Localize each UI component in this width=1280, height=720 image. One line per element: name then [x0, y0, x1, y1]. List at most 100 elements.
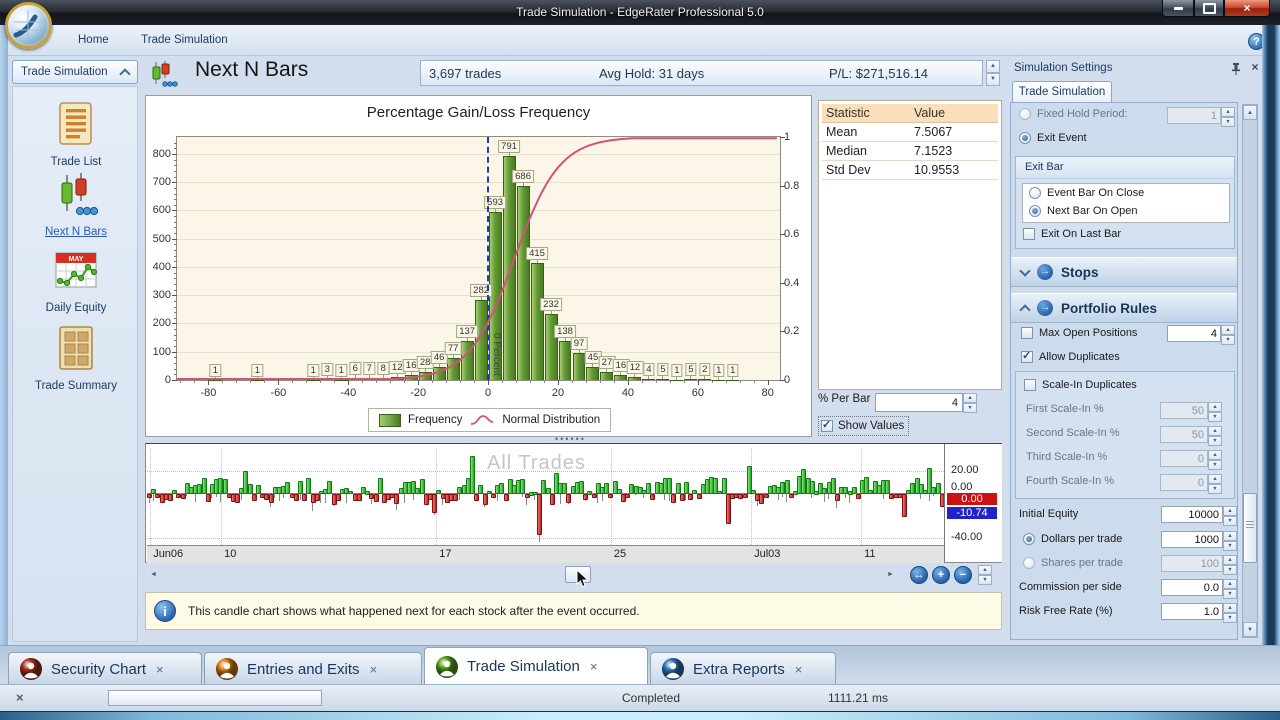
minimize-button[interactable] — [1162, 0, 1194, 17]
initial-equity-input[interactable]: 10000 — [1161, 506, 1223, 523]
spin-up-icon[interactable]: ▲ — [1208, 474, 1222, 484]
spin-down-icon[interactable]: ▼ — [1208, 484, 1222, 494]
exit-event-option[interactable]: Exit Event — [1019, 132, 1087, 144]
spin-down-icon[interactable]: ▼ — [1223, 516, 1237, 526]
cancel-task-icon[interactable]: × — [16, 690, 24, 705]
max-open-positions-option[interactable]: Max Open Positions — [1021, 327, 1137, 339]
spin-down-icon[interactable]: ▼ — [978, 575, 992, 585]
pan-arrows-button[interactable]: ↔ — [910, 566, 928, 584]
fixed-hold-radio[interactable] — [1019, 108, 1031, 120]
shares-per-trade-option[interactable]: Shares per trade — [1023, 557, 1123, 569]
spin-down-icon[interactable]: ▼ — [963, 403, 977, 413]
next-bar-on-open-option[interactable]: Next Bar On Open — [1029, 205, 1138, 217]
spin-up-icon[interactable]: ▲ — [1208, 402, 1222, 412]
spin-down-icon[interactable]: ▼ — [1223, 613, 1237, 623]
spin-up-icon[interactable]: ▲ — [1221, 107, 1235, 117]
show-values-checkbox[interactable] — [821, 418, 833, 432]
shares-per-trade-input[interactable]: 100 — [1161, 555, 1223, 572]
settings-tab[interactable]: Trade Simulation — [1012, 81, 1112, 102]
spin-down-icon[interactable]: ▼ — [1221, 335, 1235, 345]
maximize-button[interactable] — [1194, 0, 1224, 17]
allow-duplicates-checkbox[interactable] — [1021, 349, 1033, 363]
spin-up-icon[interactable]: ▲ — [1208, 450, 1222, 460]
third-scale-in-input[interactable]: 0 — [1160, 450, 1208, 467]
spin-up-icon[interactable]: ▲ — [1223, 506, 1237, 516]
fixed-hold-period-option[interactable]: Fixed Hold Period: — [1019, 108, 1128, 120]
first-scale-in-input[interactable]: 50 — [1160, 402, 1208, 419]
scroll-right-icon[interactable]: ► — [884, 566, 897, 583]
second-scale-in-input[interactable]: 50 — [1160, 426, 1208, 443]
dollars-per-trade-option[interactable]: Dollars per trade — [1023, 533, 1122, 545]
close-button[interactable]: × — [1224, 0, 1270, 17]
document-tab-security-chart[interactable]: Security Chart × — [8, 652, 202, 685]
app-logo-orb-icon[interactable] — [5, 2, 52, 49]
show-values-control[interactable]: Show Values — [818, 416, 910, 436]
commission-input[interactable]: 0.0 — [1161, 579, 1223, 596]
pin-icon[interactable] — [1230, 62, 1244, 76]
spin-down-icon[interactable]: ▼ — [1223, 541, 1237, 551]
spin-down-icon[interactable]: ▼ — [1208, 412, 1222, 422]
next-bar-on-open-radio[interactable] — [1029, 205, 1041, 217]
sidebar-item-next-n-bars[interactable]: Next N Bars — [13, 171, 139, 238]
document-tab-extra-reports[interactable]: Extra Reports × — [650, 652, 836, 685]
fourth-scale-in-input[interactable]: 0 — [1160, 474, 1208, 491]
scroll-up-icon[interactable]: ▲ — [1243, 105, 1257, 120]
axis-tick-label: 400 — [152, 260, 171, 273]
tab-close-icon[interactable]: × — [156, 662, 164, 677]
shares-per-trade-radio[interactable] — [1023, 557, 1035, 569]
section-header-portfolio-rules[interactable]: → Portfolio Rules — [1011, 293, 1237, 323]
event-bar-on-close-radio[interactable] — [1029, 187, 1041, 199]
chart-range-spinner: ▲ ▼ — [978, 565, 992, 585]
stat-name: Median — [826, 144, 867, 158]
grid-line — [177, 182, 780, 184]
spin-down-icon[interactable]: ▼ — [1223, 589, 1237, 599]
spin-down-icon[interactable]: ▼ — [1221, 117, 1235, 127]
ribbon-tab-trade-simulation[interactable]: Trade Simulation — [127, 25, 242, 55]
scale-in-duplicates-checkbox[interactable] — [1024, 379, 1036, 391]
exit-on-last-bar-checkbox[interactable] — [1023, 228, 1035, 240]
risk-free-rate-input[interactable]: 1.0 — [1161, 603, 1223, 620]
spin-up-icon[interactable]: ▲ — [1208, 426, 1222, 436]
sidebar-header[interactable]: Trade Simulation — [12, 60, 138, 84]
zoom-out-button[interactable]: − — [954, 566, 972, 584]
spin-up-icon[interactable]: ▲ — [1221, 325, 1235, 335]
ribbon-tab-home[interactable]: Home — [64, 25, 123, 55]
tab-close-icon[interactable]: × — [590, 659, 598, 674]
scrollbar-thumb[interactable] — [1243, 493, 1257, 563]
spin-down-icon[interactable]: ▼ — [986, 73, 1000, 86]
fixed-hold-input[interactable]: 1 — [1167, 107, 1221, 124]
spin-down-icon[interactable]: ▼ — [1208, 460, 1222, 470]
scale-in-duplicates-option[interactable]: Scale-In Duplicates — [1024, 379, 1137, 391]
max-open-positions-checkbox[interactable] — [1021, 327, 1033, 339]
allow-duplicates-option[interactable]: Allow Duplicates — [1021, 349, 1120, 363]
event-bar-on-close-option[interactable]: Event Bar On Close — [1029, 187, 1144, 199]
per-bar-input[interactable]: 4 — [875, 393, 963, 412]
exit-event-radio[interactable] — [1019, 132, 1031, 144]
sidebar-item-trade-list[interactable]: Trade List — [13, 101, 139, 168]
spin-up-icon[interactable]: ▲ — [1223, 531, 1237, 541]
zoom-in-button[interactable]: + — [932, 566, 950, 584]
sidebar-item-daily-equity[interactable]: MAY Daily Equity — [13, 249, 139, 314]
spin-up-icon[interactable]: ▲ — [1223, 603, 1237, 613]
spin-up-icon[interactable]: ▲ — [978, 565, 992, 575]
spin-down-icon[interactable]: ▼ — [1223, 565, 1237, 575]
scroll-down-icon[interactable]: ▼ — [1243, 622, 1257, 637]
tab-close-icon[interactable]: × — [370, 662, 378, 677]
dollars-per-trade-input[interactable]: 1000 — [1161, 531, 1223, 548]
spin-up-icon[interactable]: ▲ — [986, 60, 1000, 73]
panel-close-icon[interactable]: × — [1248, 60, 1262, 74]
max-open-positions-input[interactable]: 4 — [1167, 325, 1221, 342]
section-header-stops[interactable]: → Stops — [1011, 257, 1237, 287]
sidebar-item-trade-summary[interactable]: Trade Summary — [13, 325, 139, 392]
tab-close-icon[interactable]: × — [795, 662, 803, 677]
document-tab-entries-and-exits[interactable]: Entries and Exits × — [204, 652, 422, 685]
spin-up-icon[interactable]: ▲ — [1223, 555, 1237, 565]
spin-up-icon[interactable]: ▲ — [963, 393, 977, 403]
scroll-left-icon[interactable]: ◄ — [147, 566, 160, 583]
exit-on-last-bar-option[interactable]: Exit On Last Bar — [1023, 228, 1121, 240]
dollars-per-trade-radio[interactable] — [1023, 533, 1035, 545]
document-tab-trade-simulation[interactable]: Trade Simulation × — [424, 647, 648, 685]
stat-value: 10.9553 — [914, 163, 960, 177]
spin-up-icon[interactable]: ▲ — [1223, 579, 1237, 589]
spin-down-icon[interactable]: ▼ — [1208, 436, 1222, 446]
